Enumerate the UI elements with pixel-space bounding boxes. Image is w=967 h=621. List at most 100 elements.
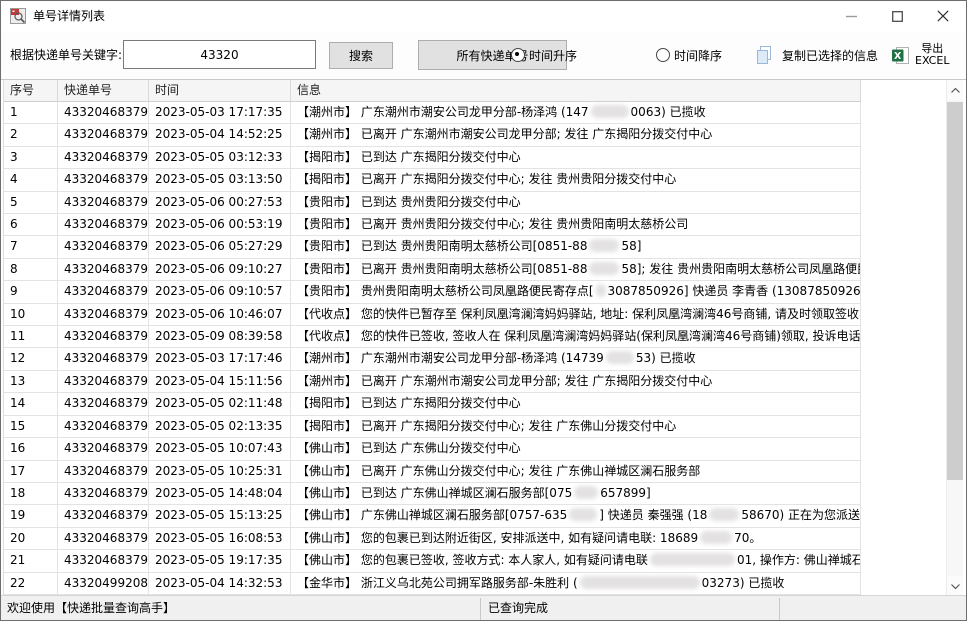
cell-time: 2023-05-05 16:08:53 bbox=[149, 528, 291, 549]
table-row[interactable]: 8 4332046837903 2023-05-06 09:10:27 【贵阳市… bbox=[4, 259, 861, 281]
info-text: ] 快递员 秦强强 (18 bbox=[599, 508, 707, 522]
statusbar-separator bbox=[779, 598, 780, 620]
table-row[interactable]: 21 4332046837907 2023-05-05 19:17:35 【佛山… bbox=[4, 550, 861, 572]
table-row[interactable]: 7 4332046837903 2023-05-06 05:27:29 【贵阳市… bbox=[4, 236, 861, 258]
table-row[interactable]: 16 4332046837907 2023-05-05 10:07:43 【佛山… bbox=[4, 438, 861, 460]
cell-info: 【贵阳市】 已离开 贵州贵阳南明太慈桥公司[0851-8858]; 发往 贵州贵… bbox=[291, 259, 861, 280]
cell-index: 6 bbox=[4, 214, 58, 235]
scrollbar-thumb[interactable] bbox=[947, 102, 963, 480]
cell-index: 9 bbox=[4, 281, 58, 302]
cell-index: 12 bbox=[4, 348, 58, 369]
copy-selected-button[interactable]: 复制已选择的信息 bbox=[754, 31, 878, 79]
redacted-blur bbox=[709, 508, 739, 521]
table-row[interactable]: 20 4332046837907 2023-05-05 16:08:53 【佛山… bbox=[4, 528, 861, 550]
vertical-scrollbar[interactable] bbox=[946, 80, 963, 596]
table-row[interactable]: 13 4332046837907 2023-05-04 15:11:56 【潮州… bbox=[4, 371, 861, 393]
redacted-blur bbox=[574, 486, 598, 499]
search-button[interactable]: 搜索 bbox=[329, 42, 393, 69]
info-text: 【潮州市】 已离开 广东潮州市潮安公司龙甲分部; 发往 广东揭阳分拨交付中心 bbox=[297, 374, 712, 388]
info-text: 【揭阳市】 已离开 广东揭阳分拨交付中心; 发往 广东佛山分拨交付中心 bbox=[297, 419, 676, 433]
app-icon bbox=[10, 8, 26, 24]
table-row[interactable]: 14 4332046837907 2023-05-05 02:11:48 【揭阳… bbox=[4, 393, 861, 415]
info-text: 【贵阳市】 已离开 贵州贵阳南明太慈桥公司[0851-88 bbox=[297, 262, 587, 276]
cell-index: 7 bbox=[4, 236, 58, 257]
table-row[interactable]: 22 4332049920806 2023-05-04 14:32:53 【金华… bbox=[4, 573, 861, 595]
cell-time: 2023-05-05 02:13:35 bbox=[149, 416, 291, 437]
minimize-icon bbox=[846, 11, 857, 22]
statusbar-status: 已查询完成 bbox=[488, 596, 548, 621]
redacted-blur bbox=[700, 531, 732, 544]
cell-info: 【潮州市】 已离开 广东潮州市潮安公司龙甲分部; 发往 广东揭阳分拨交付中心 bbox=[291, 124, 861, 145]
table-row[interactable]: 4 4332046837903 2023-05-05 03:13:50 【揭阳市… bbox=[4, 169, 861, 191]
table-row[interactable]: 11 4332046837903 2023-05-09 08:39:58 【代收… bbox=[4, 326, 861, 348]
keyword-label: 根据快递单号关键字: bbox=[10, 31, 122, 79]
keyword-input[interactable] bbox=[123, 40, 316, 69]
cell-info: 【代收点】 您的快件已签收, 签收人在 保利凤凰湾澜湾妈妈驿站(保利凤凰湾澜湾4… bbox=[291, 326, 861, 347]
redacted-blur bbox=[591, 105, 629, 118]
cell-time: 2023-05-04 15:11:56 bbox=[149, 371, 291, 392]
scroll-down-button[interactable] bbox=[947, 576, 963, 596]
table-row[interactable]: 3 4332046837903 2023-05-05 03:12:33 【揭阳市… bbox=[4, 147, 861, 169]
close-button[interactable] bbox=[920, 1, 966, 31]
scroll-up-button[interactable] bbox=[947, 80, 963, 100]
cell-info: 【揭阳市】 已离开 广东揭阳分拨交付中心; 发往 贵州贵阳分拨交付中心 bbox=[291, 169, 861, 190]
cell-info: 【揭阳市】 已到达 广东揭阳分拨交付中心 bbox=[291, 393, 861, 414]
cell-tracking: 4332046837903 bbox=[58, 192, 149, 213]
table-row[interactable]: 6 4332046837903 2023-05-06 00:53:19 【贵阳市… bbox=[4, 214, 861, 236]
table-row[interactable]: 10 4332046837903 2023-05-06 10:46:07 【代收… bbox=[4, 304, 861, 326]
table-row[interactable]: 19 4332046837907 2023-05-05 15:13:25 【佛山… bbox=[4, 505, 861, 527]
cell-info: 【佛山市】 您的包裹已到达附近街区, 安排派送中, 如有疑问请电联: 18689… bbox=[291, 528, 861, 549]
cell-info: 【佛山市】 广东佛山禅城区澜石服务部[0757-635] 快递员 秦强强 (18… bbox=[291, 505, 861, 526]
cell-tracking: 4332046837907 bbox=[58, 348, 149, 369]
cell-time: 2023-05-05 10:07:43 bbox=[149, 438, 291, 459]
cell-info: 【佛山市】 已到达 广东佛山分拨交付中心 bbox=[291, 438, 861, 459]
table-row[interactable]: 2 4332046837903 2023-05-04 14:52:25 【潮州市… bbox=[4, 124, 861, 146]
table-row[interactable]: 15 4332046837907 2023-05-05 02:13:35 【揭阳… bbox=[4, 416, 861, 438]
titlebar: 单号详情列表 bbox=[1, 1, 966, 31]
info-text: 【贵阳市】 贵州贵阳南明太慈桥公司凤凰路便民寄存点[ bbox=[297, 284, 594, 298]
cell-tracking: 4332046837903 bbox=[58, 102, 149, 123]
info-text: 【佛山市】 已到达 广东佛山禅城区澜石服务部[075 bbox=[297, 486, 572, 500]
cell-tracking: 4332046837903 bbox=[58, 214, 149, 235]
cell-index: 8 bbox=[4, 259, 58, 280]
table-row[interactable]: 1 4332046837903 2023-05-03 17:17:35 【潮州市… bbox=[4, 102, 861, 124]
cell-time: 2023-05-05 19:17:35 bbox=[149, 550, 291, 571]
info-text: 【揭阳市】 已到达 广东揭阳分拨交付中心 bbox=[297, 150, 521, 164]
cell-info: 【潮州市】 广东潮州市潮安公司龙甲分部-杨泽鸿 (1473953) 已揽收 bbox=[291, 348, 861, 369]
radio-time-desc[interactable]: 时间降序 bbox=[656, 31, 722, 79]
cell-tracking: 4332046837907 bbox=[58, 483, 149, 504]
column-header-time[interactable]: 时间 bbox=[149, 80, 291, 101]
table-row[interactable]: 18 4332046837907 2023-05-05 14:48:04 【佛山… bbox=[4, 483, 861, 505]
cell-index: 11 bbox=[4, 326, 58, 347]
info-text: 【揭阳市】 已到达 广东揭阳分拨交付中心 bbox=[297, 396, 521, 410]
info-text: 【佛山市】 您的包裹已签收, 签收方式: 本人家人, 如有疑问请电联 bbox=[297, 553, 648, 567]
table-row[interactable]: 5 4332046837903 2023-05-06 00:27:53 【贵阳市… bbox=[4, 192, 861, 214]
column-header-info[interactable]: 信息 bbox=[291, 80, 861, 101]
copy-selected-label: 复制已选择的信息 bbox=[782, 47, 878, 64]
redacted-blur bbox=[589, 262, 619, 275]
cell-index: 20 bbox=[4, 528, 58, 549]
info-text: 01, 操作方: 佛山禅城石湾东 bbox=[737, 553, 861, 567]
cell-time: 2023-05-06 05:27:29 bbox=[149, 236, 291, 257]
cell-tracking: 4332046837907 bbox=[58, 393, 149, 414]
table-row[interactable]: 17 4332046837907 2023-05-05 10:25:31 【佛山… bbox=[4, 461, 861, 483]
cell-info: 【揭阳市】 已离开 广东揭阳分拨交付中心; 发往 广东佛山分拨交付中心 bbox=[291, 416, 861, 437]
cell-time: 2023-05-06 00:27:53 bbox=[149, 192, 291, 213]
export-excel-button[interactable]: X 导出 EXCEL bbox=[891, 31, 949, 79]
radio-time-asc[interactable]: 时间升序 bbox=[511, 31, 577, 79]
maximize-button[interactable] bbox=[874, 1, 920, 31]
column-header-index[interactable]: 序号 bbox=[4, 80, 58, 101]
column-header-tracking[interactable]: 快递单号 bbox=[58, 80, 149, 101]
info-text: 【揭阳市】 已离开 广东揭阳分拨交付中心; 发往 贵州贵阳分拨交付中心 bbox=[297, 172, 676, 186]
table-row[interactable]: 9 4332046837903 2023-05-06 09:10:57 【贵阳市… bbox=[4, 281, 861, 303]
minimize-button[interactable] bbox=[828, 1, 874, 31]
cell-info: 【佛山市】 您的包裹已签收, 签收方式: 本人家人, 如有疑问请电联 01, 操作… bbox=[291, 550, 861, 571]
info-text: 657899] bbox=[600, 486, 651, 500]
copy-icon bbox=[754, 45, 774, 65]
cell-info: 【金华市】 浙江义乌北苑公司拥军路服务部-朱胜利 (03273) 已揽收 bbox=[291, 573, 861, 594]
info-text: 03273) 已揽收 bbox=[702, 576, 785, 590]
close-icon bbox=[937, 10, 949, 22]
table-row[interactable]: 12 4332046837907 2023-05-03 17:17:46 【潮州… bbox=[4, 348, 861, 370]
svg-text:X: X bbox=[894, 51, 902, 62]
cell-tracking: 4332046837903 bbox=[58, 147, 149, 168]
